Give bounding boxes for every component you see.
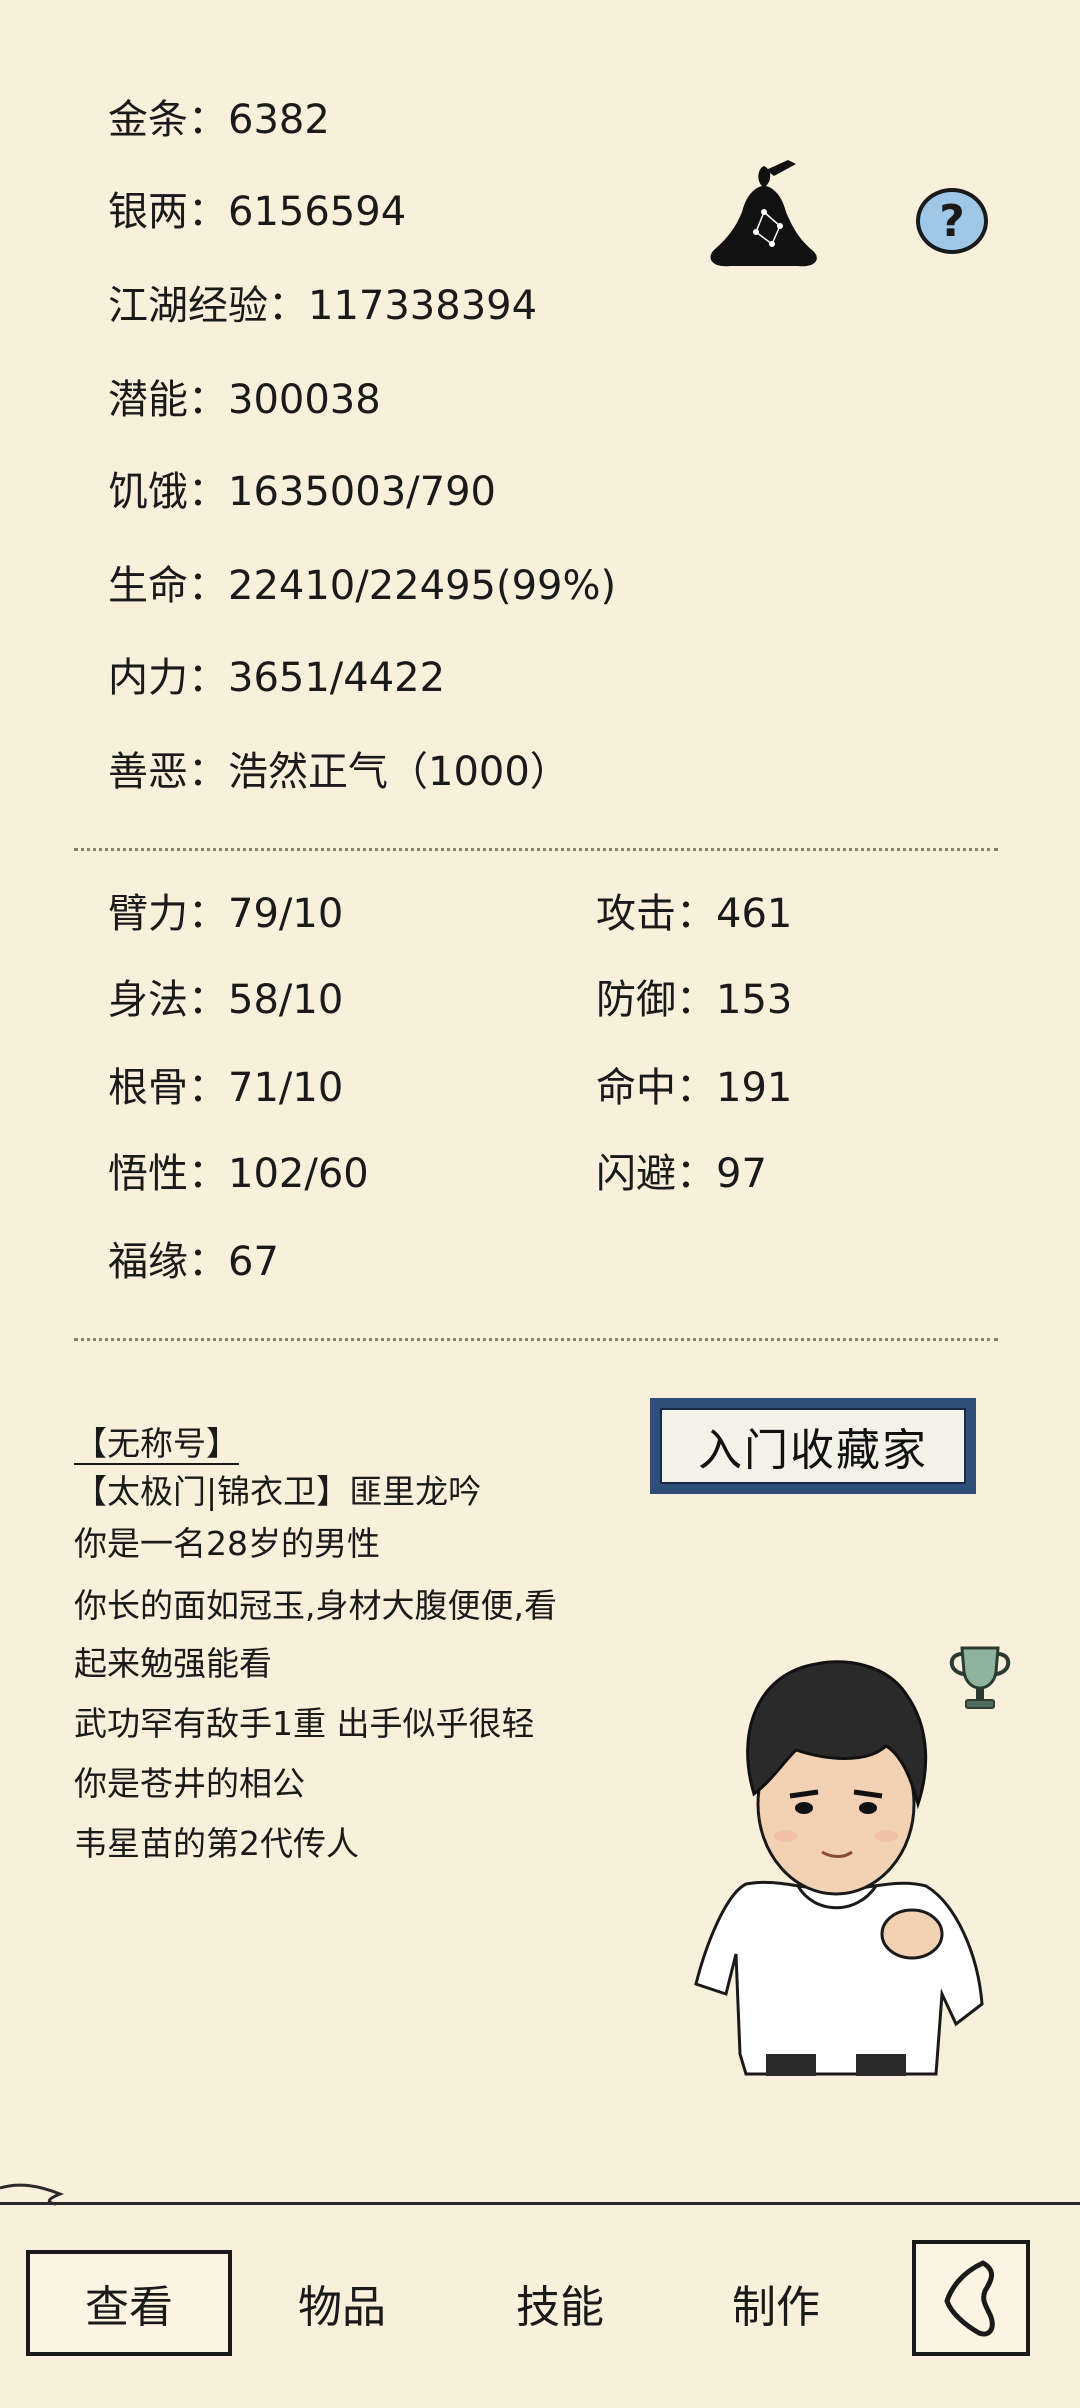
- divider-bottom: [74, 1338, 998, 1341]
- attr-defense: 防御：153: [596, 977, 793, 1023]
- attr-strength: 臂力：79/10: [108, 891, 344, 937]
- attr-luck: 福缘：67: [108, 1239, 279, 1285]
- profile-line: 你是一名28岁的男性: [74, 1524, 380, 1563]
- back-button[interactable]: [912, 2240, 1030, 2356]
- stat-internal-power: 内力：3651/4422: [108, 655, 446, 701]
- attr-intelligence: 悟性：102/60: [108, 1151, 369, 1197]
- badge-label: 入门收藏家: [660, 1408, 966, 1484]
- attr-attack: 攻击：461: [596, 891, 793, 937]
- tab-items[interactable]: 物品: [262, 2250, 422, 2356]
- meditation-silhouette-icon[interactable]: [700, 156, 828, 282]
- attr-constitution: 根骨：71/10: [108, 1065, 344, 1111]
- tab-view[interactable]: 查看: [26, 2250, 232, 2356]
- attr-accuracy: 命中：191: [596, 1065, 793, 1111]
- stat-silver: 银两：6156594: [108, 189, 407, 235]
- stat-morality: 善恶：浩然正气（1000）: [108, 749, 570, 795]
- help-button[interactable]: ?: [916, 188, 988, 254]
- divider-top: [74, 848, 998, 851]
- character-avatar: [694, 1660, 984, 2076]
- stat-hunger: 饥饿：1635003/790: [108, 469, 496, 515]
- nav-divider: [0, 2202, 1080, 2205]
- help-icon: ?: [939, 195, 965, 247]
- profile-line: 武功罕有敌手1重 出手似乎很轻: [74, 1704, 535, 1743]
- profile-line: 你是苍井的相公: [74, 1764, 305, 1803]
- tab-crafting[interactable]: 制作: [696, 2250, 856, 2356]
- profile-line: 起来勉强能看: [74, 1644, 272, 1683]
- attr-agility: 身法：58/10: [108, 977, 344, 1023]
- stat-potential: 潜能：300038: [108, 377, 381, 423]
- stat-health: 生命：22410/22495(99%): [108, 563, 617, 609]
- stat-gold: 金条：6382: [108, 97, 330, 143]
- back-icon: [944, 2260, 995, 2337]
- stat-experience: 江湖经验：117338394: [108, 283, 538, 329]
- profile-line: 你长的面如冠玉,身材大腹便便,看: [74, 1586, 557, 1625]
- profile-line: 【太极门|锦衣卫】匪里龙吟: [74, 1472, 482, 1511]
- attr-dodge: 闪避：97: [596, 1151, 767, 1197]
- profile-line: 韦星苗的第2代传人: [74, 1824, 359, 1863]
- player-title: 【无称号】: [74, 1424, 239, 1463]
- collector-badge[interactable]: 入门收藏家: [650, 1398, 976, 1494]
- decorative-wave: [0, 2183, 65, 2206]
- tab-skills[interactable]: 技能: [480, 2250, 640, 2356]
